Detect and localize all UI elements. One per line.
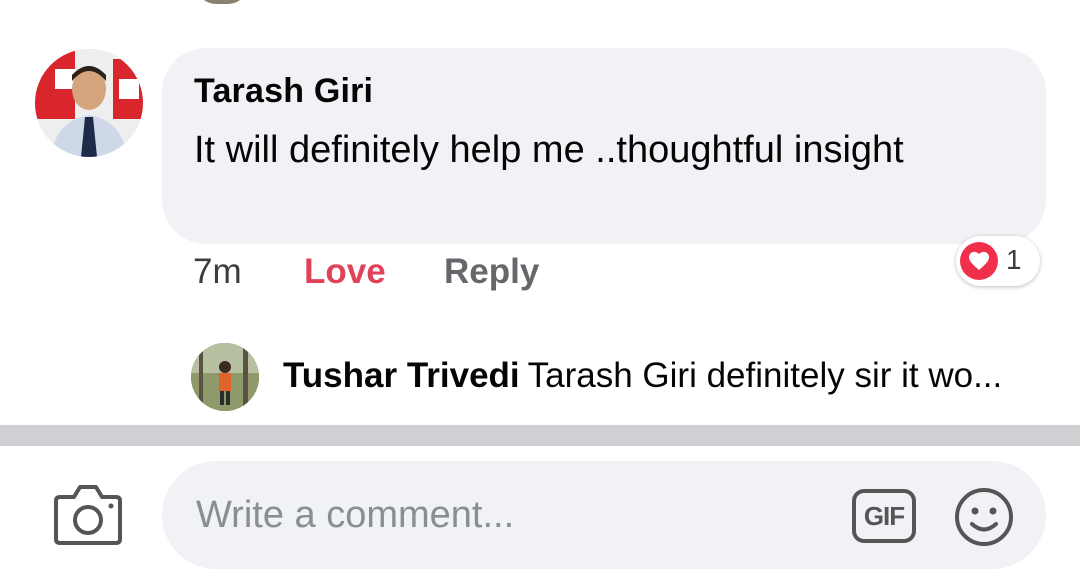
- camera-icon[interactable]: [52, 483, 124, 547]
- reply-author: Tushar Trivedi: [283, 356, 520, 395]
- comment-text: It will definitely help me ..thoughtful …: [194, 129, 904, 171]
- reply-snippet: Tarash Giri definitely sir it wo...: [527, 356, 1003, 395]
- comment-timestamp[interactable]: 7m: [193, 252, 242, 292]
- reply-avatar-photo: [191, 343, 259, 411]
- avatar[interactable]: [35, 49, 143, 157]
- section-divider: [0, 425, 1080, 446]
- previous-avatar-fragment: [196, 0, 248, 4]
- emoji-icon[interactable]: [954, 487, 1014, 547]
- comment-bubble: Tarash Giri It will definitely help me .…: [162, 48, 1046, 244]
- comment-input[interactable]: [196, 491, 796, 539]
- reply-preview[interactable]: Tushar Trivedi Tarash Giri definitely sir…: [283, 356, 1002, 396]
- comment-composer: GIF: [162, 461, 1046, 569]
- avatar-photo: [35, 49, 143, 157]
- reply-avatar[interactable]: [191, 343, 259, 411]
- reaction-count: 1: [1006, 244, 1022, 275]
- reaction-summary[interactable]: 1: [956, 236, 1040, 286]
- love-button[interactable]: Love: [304, 252, 386, 292]
- heart-icon: [960, 242, 998, 280]
- gif-button[interactable]: GIF: [852, 489, 916, 543]
- comment-author[interactable]: Tarash Giri: [194, 72, 373, 111]
- reply-button[interactable]: Reply: [444, 252, 539, 292]
